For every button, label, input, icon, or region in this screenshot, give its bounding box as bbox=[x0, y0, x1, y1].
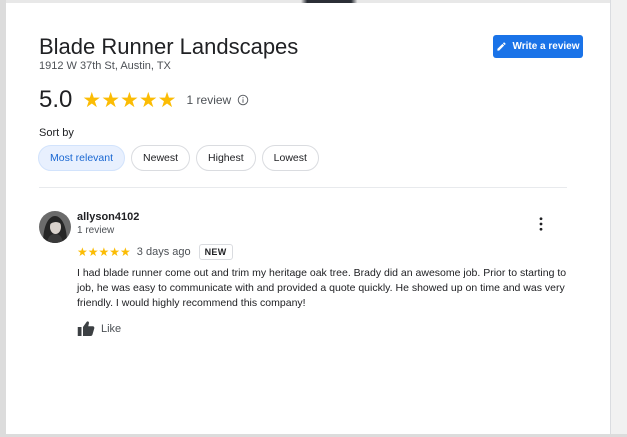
new-badge: NEW bbox=[198, 244, 233, 260]
sort-by-label: Sort by bbox=[39, 127, 74, 139]
review-stars: ★★★★★ bbox=[77, 245, 131, 259]
divider bbox=[39, 187, 567, 188]
sort-most-relevant-chip[interactable]: Most relevant bbox=[38, 145, 126, 171]
info-icon[interactable] bbox=[237, 94, 249, 106]
sort-lowest-chip[interactable]: Lowest bbox=[261, 145, 319, 171]
scrollbar[interactable] bbox=[610, 0, 627, 437]
window-left-edge bbox=[0, 0, 6, 437]
rating-summary: 5.0 ★★★★★ 1 review bbox=[39, 86, 249, 114]
write-review-button[interactable]: Write a review bbox=[493, 35, 583, 58]
review-date: 3 days ago bbox=[136, 246, 191, 258]
business-address: 1912 W 37th St, Austin, TX bbox=[39, 60, 171, 72]
write-review-label: Write a review bbox=[512, 41, 580, 52]
review-meta: ★★★★★ 3 days ago NEW bbox=[77, 244, 233, 260]
sort-highest-chip[interactable]: Highest bbox=[196, 145, 256, 171]
window-top-edge bbox=[0, 0, 627, 3]
sort-chips: Most relevant Newest Highest Lowest bbox=[38, 145, 319, 171]
thumbs-up-icon bbox=[77, 321, 95, 336]
like-button[interactable]: Like bbox=[77, 320, 121, 337]
like-label: Like bbox=[101, 322, 122, 335]
rating-value: 5.0 bbox=[39, 86, 73, 113]
reviewer-review-count: 1 review bbox=[77, 225, 115, 236]
sort-newest-chip[interactable]: Newest bbox=[131, 145, 191, 171]
review-count[interactable]: 1 review bbox=[187, 93, 232, 107]
more-options-icon[interactable] bbox=[534, 216, 548, 232]
review-text: I had blade runner come out and trim my … bbox=[77, 267, 567, 309]
business-name: Blade Runner Landscapes bbox=[39, 34, 299, 59]
reviewer-name[interactable]: allyson4102 bbox=[77, 211, 139, 223]
avatar[interactable] bbox=[39, 211, 71, 243]
pencil-icon bbox=[497, 42, 507, 51]
rating-stars: ★★★★★ bbox=[82, 88, 177, 112]
